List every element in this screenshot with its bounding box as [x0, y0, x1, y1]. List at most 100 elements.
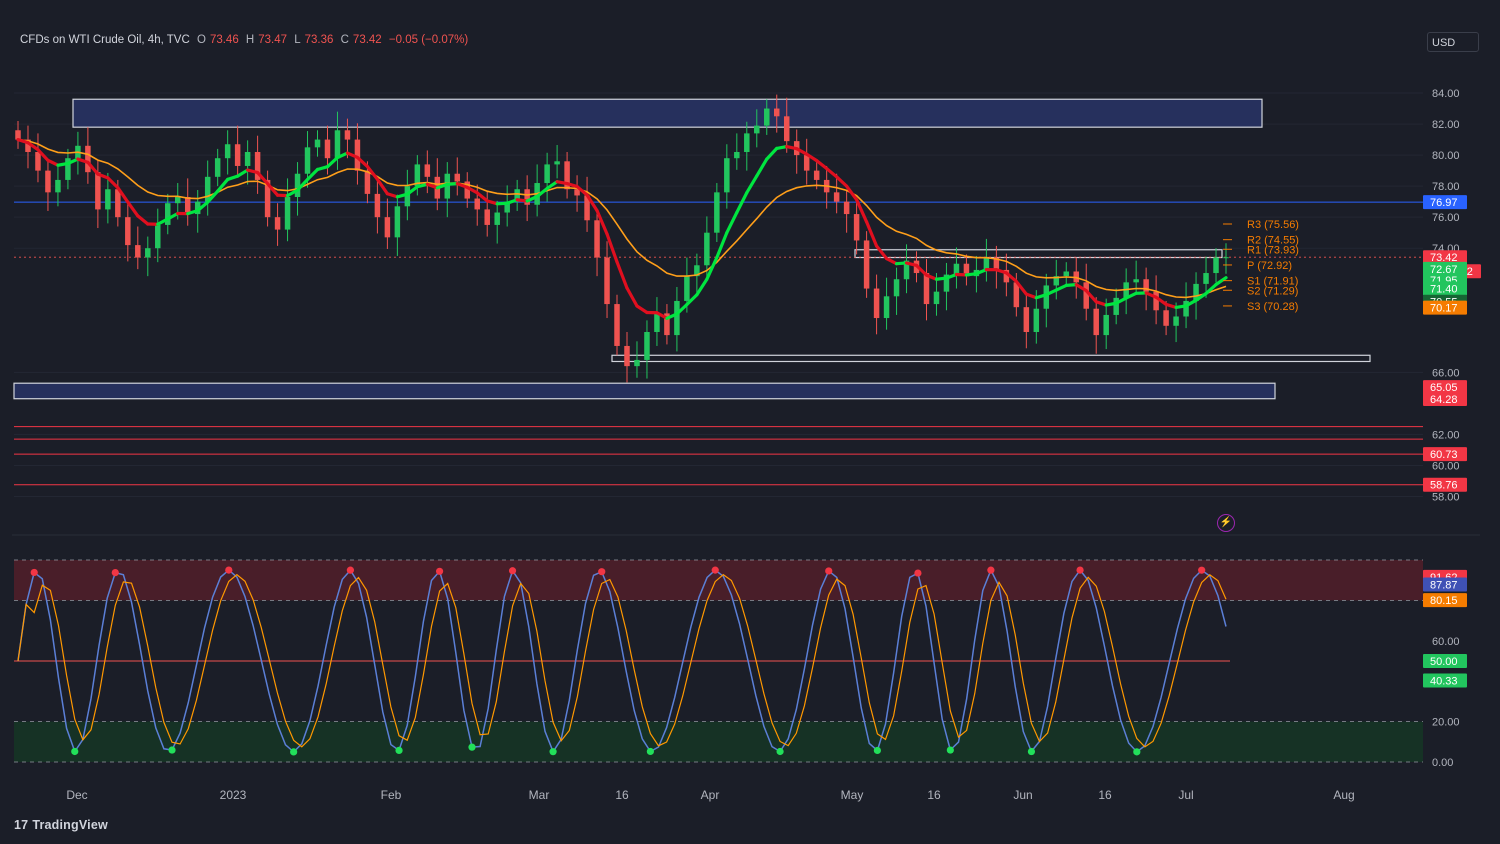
candle-body: [604, 257, 610, 305]
price-tick-label: 60.00: [1432, 460, 1460, 472]
candle-body: [734, 152, 740, 159]
candle-body: [634, 359, 640, 367]
candle-body: [174, 197, 181, 204]
candle-body: [214, 158, 221, 177]
stoch-peak-dot: [508, 567, 517, 575]
candle-body: [1063, 271, 1070, 277]
stoch-trough-dot: [549, 748, 557, 756]
candle-body: [674, 300, 680, 336]
oversold-band: [14, 721, 1423, 762]
open-value: 73.46: [209, 34, 239, 46]
candle-body: [754, 125, 760, 134]
close-label: C: [340, 34, 349, 46]
stoch-tick-label: 0.00: [1432, 757, 1453, 769]
stoch-tag-text: 40.33: [1430, 676, 1458, 688]
candle-body: [105, 189, 111, 210]
time-tick-label: 16: [615, 788, 629, 802]
stoch-tag-text: 50.00: [1430, 656, 1458, 668]
high-label: H: [245, 34, 255, 46]
candle-body: [863, 240, 870, 289]
pivot-label: R1 (73.93): [1247, 244, 1299, 256]
stoch-tick-label: 60.00: [1432, 636, 1460, 648]
candle-body: [773, 108, 780, 117]
price-tick-label: 76.00: [1432, 212, 1460, 224]
candle-body: [1213, 257, 1219, 274]
candle-body: [724, 158, 730, 193]
stoch-trough-dot: [395, 746, 403, 755]
stoch-peak-dot: [598, 568, 606, 576]
stoch-peak-dot: [111, 568, 119, 577]
stoch-peak-dot: [914, 569, 922, 577]
time-tick-label: Jul: [1178, 788, 1193, 802]
candle-body: [324, 139, 331, 159]
stoch-trough-dot: [646, 747, 654, 756]
time-tick-label: May: [841, 788, 864, 802]
candle-body: [1043, 285, 1050, 309]
chart-canvas[interactable]: 84.0082.0080.0078.0076.0074.0066.0062.00…: [0, 0, 1500, 844]
candle-body: [744, 133, 750, 152]
candle-body: [594, 220, 600, 258]
candle-body: [55, 179, 61, 193]
low-value: 73.36: [304, 34, 334, 46]
price-tag-text: 58.76: [1430, 480, 1458, 492]
stoch-tag-text: 80.15: [1430, 595, 1458, 607]
candle-body: [125, 217, 131, 246]
price-tick-label: 82.00: [1432, 119, 1460, 131]
candle-body: [1223, 257, 1229, 259]
supply-demand-zone: [13, 382, 1276, 400]
high-value: 73.47: [258, 34, 288, 46]
candle-body: [1023, 307, 1030, 332]
candle-body: [334, 130, 341, 159]
candle-body: [244, 152, 251, 166]
stoch-trough-dot: [468, 743, 476, 751]
candle-body: [813, 170, 820, 180]
candle-body: [394, 206, 401, 238]
stoch-trough-dot: [71, 747, 79, 756]
time-tick-label: Mar: [529, 788, 550, 802]
stoch-peak-dot: [225, 566, 233, 574]
candle-body: [484, 209, 490, 225]
candle-body: [1113, 297, 1119, 315]
price-tag-text: 76.97: [1430, 197, 1458, 209]
candle-body: [843, 201, 850, 215]
candle-body: [654, 313, 660, 332]
price-tick-label: 80.00: [1432, 150, 1460, 162]
price-tag-text: 60.73: [1430, 449, 1458, 461]
stoch-tick-label: 20.00: [1432, 717, 1460, 729]
time-tick-label: Feb: [381, 788, 402, 802]
symbol-legend: CFDs on WTI Crude Oil, 4h, TVC O 73.46 H7…: [20, 34, 472, 46]
candle-body: [284, 197, 291, 230]
price-tick-label: 66.00: [1432, 367, 1460, 379]
candle-body: [873, 288, 880, 319]
candle-body: [1173, 316, 1179, 326]
low-label: L: [294, 34, 301, 46]
stoch-trough-dot: [1027, 747, 1036, 756]
candle-body: [614, 304, 620, 346]
candle-body: [1033, 308, 1040, 332]
candle-body: [135, 245, 141, 258]
price-tick-label: 58.00: [1432, 491, 1460, 503]
candle-body: [85, 145, 91, 173]
candle-body: [644, 332, 650, 360]
candle-body: [314, 139, 321, 148]
candle-body: [374, 193, 381, 218]
price-tick-label: 62.00: [1432, 429, 1460, 441]
time-tick-label: Dec: [66, 788, 87, 802]
candle-body: [224, 144, 231, 159]
candle-body: [833, 192, 840, 202]
alert-bolt-icon[interactable]: ⚡: [1217, 514, 1235, 532]
candle-body: [893, 279, 900, 297]
candle-body: [1103, 314, 1109, 336]
time-tick-label: Jun: [1013, 788, 1032, 802]
time-tick-label: 16: [1098, 788, 1112, 802]
candle-body: [1203, 273, 1209, 284]
candle-body: [923, 273, 930, 305]
candle-body: [853, 214, 860, 241]
stoch-peak-dot: [1076, 566, 1084, 574]
pivot-label: S3 (70.28): [1247, 301, 1298, 313]
candle-body: [474, 198, 480, 210]
currency-selector[interactable]: USD: [1427, 32, 1479, 52]
stoch-peak-dot: [987, 566, 995, 574]
candle-body: [115, 189, 121, 218]
candle-body: [783, 116, 790, 142]
